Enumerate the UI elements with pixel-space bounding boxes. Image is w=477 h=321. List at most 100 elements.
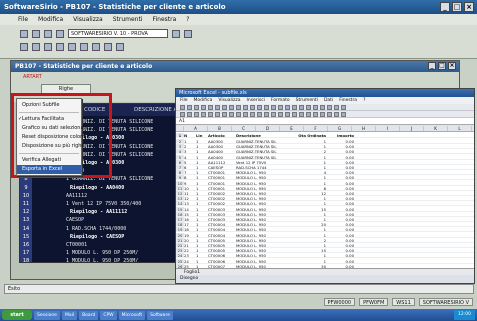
sheet-cell[interactable]: 1 <box>196 217 208 221</box>
toolbar-button-icon[interactable] <box>299 105 304 110</box>
sheet-cell[interactable]: GUARNIZ.TENUTA SIL <box>236 149 298 153</box>
sheet-cell[interactable]: MODULO L. 950 <box>236 181 298 185</box>
subtotal-row[interactable]: Riepilogo - AA11112 <box>64 208 127 216</box>
help-icon[interactable] <box>116 43 124 51</box>
menu-finestra[interactable]: Finestra <box>152 16 176 23</box>
sheet-cell[interactable]: MODULO L. 950 <box>236 259 298 263</box>
task-button[interactable]: CPW <box>100 310 117 320</box>
sheet-cell[interactable]: 0,00 <box>328 175 356 179</box>
sheet-cell[interactable]: 1 <box>196 227 208 231</box>
sheet-cell[interactable]: CT00005 <box>208 238 236 242</box>
sheet-cell[interactable]: 0,00 <box>328 207 356 211</box>
toolbar-button-icon[interactable] <box>264 105 269 110</box>
sheet-cell[interactable]: 9 <box>184 181 196 185</box>
row-header[interactable]: 13 <box>176 196 184 201</box>
column-header[interactable]: J <box>400 126 424 131</box>
sheet-cell[interactable]: 0,00 <box>328 186 356 190</box>
row-header[interactable]: 19 <box>176 227 184 232</box>
sheet-cell[interactable]: 12 <box>298 191 328 195</box>
sheet-cell[interactable]: AA0400 <box>208 149 236 153</box>
sheet-cell[interactable]: 1 <box>298 139 328 143</box>
sheet-cell[interactable]: 2 <box>298 149 328 153</box>
sheet-cell[interactable]: 1 <box>298 201 328 205</box>
sheet-cell[interactable]: 1 <box>196 165 208 169</box>
table-row[interactable]: CAESOP <box>60 216 84 224</box>
sheet-cell[interactable]: 1 <box>196 191 208 195</box>
sheet-cell[interactable]: CT00004 <box>208 227 236 231</box>
excel-menu-item[interactable]: Visualizza <box>218 97 240 104</box>
row-header[interactable]: 11 <box>176 185 184 190</box>
row-header[interactable]: 17 <box>176 217 184 221</box>
column-header[interactable]: D <box>256 126 280 131</box>
column-header[interactable]: G <box>328 126 352 131</box>
toolbar-button-icon[interactable] <box>313 105 318 110</box>
task-button[interactable]: Mail <box>61 310 78 320</box>
toolbar-button-icon[interactable] <box>271 112 276 117</box>
column-header[interactable]: H <box>352 126 376 131</box>
sheet-cell[interactable]: 1 <box>196 196 208 200</box>
toolbar-button-icon[interactable] <box>222 105 227 110</box>
sheet-cell[interactable]: 1 <box>298 155 328 159</box>
toolbar-button-icon[interactable] <box>278 112 283 117</box>
sheet-cell[interactable]: 1 <box>196 212 208 216</box>
inner-minimize-button[interactable]: _ <box>428 62 436 70</box>
toolbar-button-icon[interactable] <box>250 105 255 110</box>
toolbar-button-icon[interactable] <box>271 105 276 110</box>
sheet-cell[interactable]: MODULO L. 950 <box>236 196 298 200</box>
table-row[interactable]: AA11112 <box>60 192 87 200</box>
toolbar-button-icon[interactable] <box>243 105 248 110</box>
row-header[interactable]: 22 <box>176 243 184 247</box>
sheet-cell[interactable]: MODULO L. 950 <box>236 233 298 237</box>
sheet-cell[interactable]: 6 <box>184 165 196 169</box>
sheet-cell[interactable]: Lin <box>196 133 208 137</box>
row-header[interactable]: 20 <box>176 232 184 237</box>
sheet-cell[interactable]: 11 <box>184 191 196 195</box>
sheet-cell[interactable]: 17 <box>184 222 196 226</box>
table-row[interactable]: 1 MODULO L. 950 DP 250M/ <box>60 249 138 257</box>
sheet-cell[interactable]: 1 <box>196 170 208 174</box>
sheet-cell[interactable]: 3 <box>184 149 196 153</box>
chart-icon[interactable] <box>104 43 112 51</box>
context-menu-item[interactable]: Reset disposizione colonne <box>17 133 90 142</box>
sheet-cell[interactable]: 2 <box>298 238 328 242</box>
toolbar-button-icon[interactable] <box>327 105 332 110</box>
company-combo[interactable]: SOFTWARESIRIO V. 10 - PROVA <box>68 29 168 38</box>
toolbar-button-icon[interactable] <box>257 105 262 110</box>
sheet-cell[interactable]: 0,00 <box>328 243 356 247</box>
maximize-button[interactable]: □ <box>452 2 462 12</box>
prev-icon[interactable] <box>32 43 40 51</box>
sheet-cell[interactable]: AA0400 <box>208 155 236 159</box>
sheet-cell[interactable]: 1 <box>196 253 208 257</box>
inner-close-button[interactable]: × <box>448 62 456 70</box>
sheet-cell[interactable]: CT00001 <box>208 181 236 185</box>
column-header[interactable]: B <box>208 126 232 131</box>
menu-strumenti[interactable]: Strumenti <box>113 16 143 23</box>
select-all-corner[interactable] <box>176 126 184 131</box>
sheet-cell[interactable]: 0,00 <box>328 191 356 195</box>
sheet-cell[interactable]: MODULO L. 950 <box>236 238 298 242</box>
column-header[interactable]: C <box>232 126 256 131</box>
sheet-cell[interactable]: 0,00 <box>328 233 356 237</box>
sheet-cell[interactable]: 1 <box>196 181 208 185</box>
toolbar-button-icon[interactable] <box>180 105 185 110</box>
row-header[interactable]: 10 <box>176 180 184 185</box>
sheet-cell[interactable]: MODULO L. 950 <box>236 191 298 195</box>
toolbar-button-icon[interactable] <box>306 105 311 110</box>
name-box[interactable]: A1 <box>179 119 185 124</box>
sheet-cell[interactable]: 1 <box>298 227 328 231</box>
excel-sheet[interactable]: ABCDEFGHIJKL 1 N Lin Articolo Descrizione Qta… <box>176 126 474 268</box>
row-header[interactable]: 21 <box>176 237 184 242</box>
sheet-cell[interactable]: MODULO L. 950 <box>236 175 298 179</box>
sheet-cell[interactable]: MODULO L. 950 <box>236 170 298 174</box>
row-header[interactable]: 1 <box>176 133 184 137</box>
settings-icon[interactable] <box>184 29 192 38</box>
toolbar-button-icon[interactable] <box>327 112 332 117</box>
toolbar-button-icon[interactable] <box>236 112 241 117</box>
row-header[interactable]: 16 <box>176 211 184 216</box>
sheet-cell[interactable]: 1 <box>196 175 208 179</box>
excel-menu-item[interactable]: Inserisci <box>247 97 265 104</box>
sheet-cell[interactable]: 1 <box>196 238 208 242</box>
row-header[interactable]: 4 <box>176 149 184 154</box>
sheet-cell[interactable]: 19 <box>184 233 196 237</box>
sheet-cell[interactable]: 15 <box>184 212 196 216</box>
